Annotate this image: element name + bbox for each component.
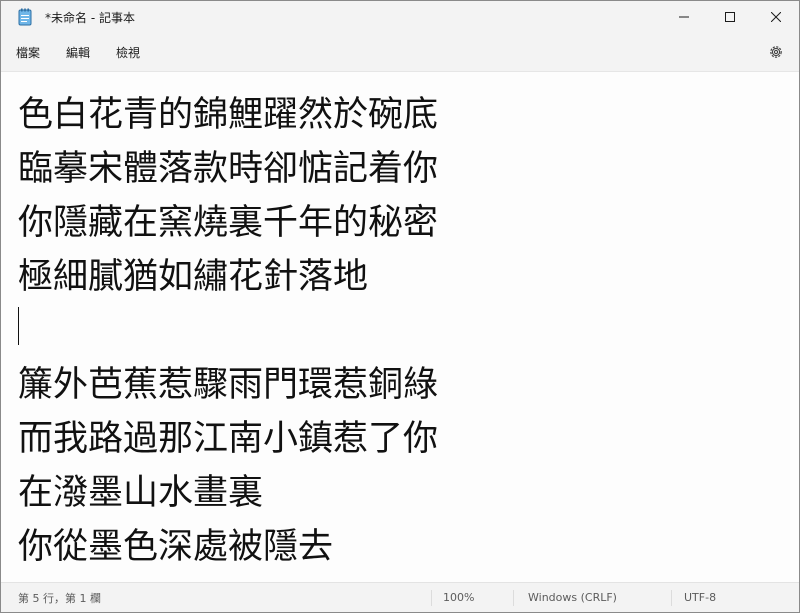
window-title: *未命名 - 記事本: [45, 10, 135, 25]
minimize-button[interactable]: [661, 1, 707, 33]
status-divider: [513, 590, 514, 606]
menu-view[interactable]: 檢視: [116, 40, 140, 65]
text-line[interactable]: 臨摹宋體落款時卻惦記着你: [18, 145, 438, 193]
status-bar: 第 5 行，第 1 欄 100% Windows (CRLF) UTF-8: [1, 582, 799, 612]
caption-buttons: [661, 1, 799, 33]
text-editor[interactable]: 色白花青的錦鯉躍然於碗底 臨摹宋體落款時卻惦記着你 你隱藏在窯燒裏千年的秘密 極…: [1, 72, 799, 582]
encoding: UTF-8: [684, 591, 717, 604]
notepad-window: *未命名 - 記事本 檔案 編輯 檢視 色白花青的錦鯉躍然於碗底 臨摹宋體落款時…: [0, 0, 800, 613]
menu-file[interactable]: 檔案: [16, 40, 40, 65]
status-divider: [671, 590, 672, 606]
maximize-button[interactable]: [707, 1, 753, 33]
text-line[interactable]: 色白花青的錦鯉躍然於碗底: [18, 91, 438, 139]
text-line[interactable]: 你從墨色深處被隱去: [18, 523, 333, 571]
text-line[interactable]: 簾外芭蕉惹驟雨門環惹銅綠: [18, 361, 438, 409]
text-line[interactable]: 你隱藏在窯燒裏千年的秘密: [18, 199, 438, 247]
minimize-icon: [679, 16, 689, 18]
line-ending: Windows (CRLF): [528, 591, 617, 604]
text-line[interactable]: 在潑墨山水畫裏: [18, 469, 263, 517]
close-button[interactable]: [753, 1, 799, 33]
title-bar[interactable]: *未命名 - 記事本: [1, 1, 799, 33]
close-icon: [771, 12, 781, 22]
text-caret: [18, 307, 19, 345]
text-line[interactable]: 而我路過那江南小鎮惹了你: [18, 415, 438, 463]
gear-icon: [770, 46, 782, 58]
menu-bar: 檔案 編輯 檢視: [1, 33, 799, 72]
maximize-icon: [725, 12, 735, 22]
cursor-position: 第 5 行，第 1 欄: [18, 591, 101, 605]
notepad-icon: [17, 8, 33, 26]
zoom-level: 100%: [443, 591, 475, 604]
menu-edit[interactable]: 編輯: [66, 40, 90, 65]
status-divider: [431, 590, 432, 606]
text-line[interactable]: 極細膩猶如繡花針落地: [18, 253, 368, 301]
settings-button[interactable]: [767, 43, 785, 61]
